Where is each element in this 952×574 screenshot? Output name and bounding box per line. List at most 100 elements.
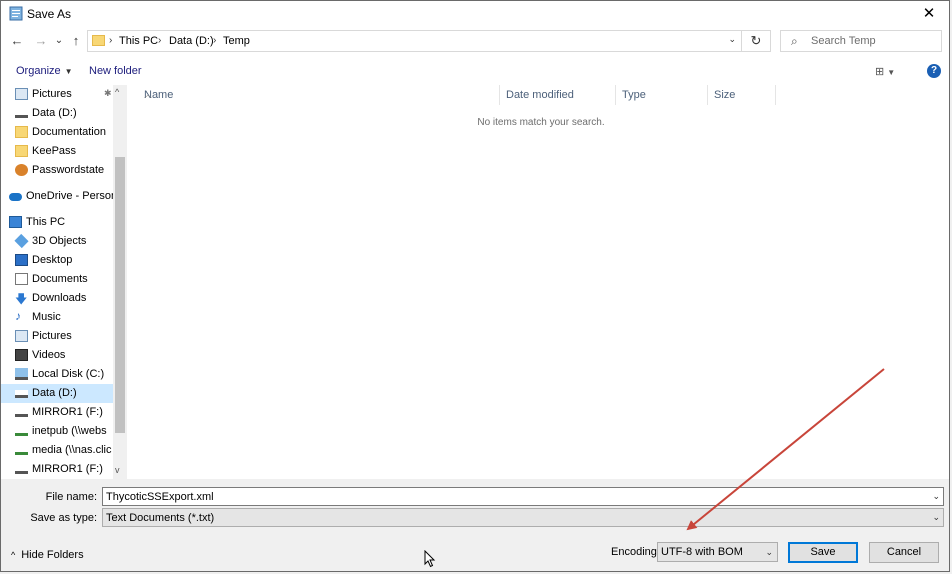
- view-options-button[interactable]: ⊞ ▼: [875, 65, 895, 78]
- search-box[interactable]: ⌕: [780, 30, 942, 52]
- file-name-field[interactable]: ThycoticSSExport.xml ⌄: [102, 487, 944, 506]
- recent-locations-button[interactable]: ⌄: [51, 33, 67, 49]
- 3d-objects-icon: [14, 233, 29, 249]
- column-header-type[interactable]: Type: [616, 85, 708, 105]
- column-header-size[interactable]: Size: [708, 85, 776, 105]
- save-as-type-value: Text Documents (*.txt): [106, 512, 215, 524]
- documents-icon: [15, 273, 28, 285]
- navigation-scrollbar[interactable]: ^ v: [113, 85, 127, 479]
- refresh-button[interactable]: ↻: [741, 31, 770, 51]
- sidebar-item[interactable]: Pictures: [1, 327, 113, 346]
- save-as-dialog: Save As ✕ ← → ⌄ ↑ › This PC › Data (D:) …: [0, 0, 950, 572]
- breadcrumb-data-d[interactable]: Data (D:): [169, 35, 214, 47]
- sidebar-item[interactable]: Local Disk (C:): [1, 365, 113, 384]
- close-icon: ✕: [922, 5, 936, 22]
- sidebar-item[interactable]: KeePass: [1, 142, 113, 161]
- drive-icon: [15, 409, 28, 417]
- search-input[interactable]: [811, 33, 936, 49]
- sidebar-item-label: Desktop: [32, 254, 73, 266]
- computer-icon: [9, 216, 22, 228]
- sidebar-item-label: Data (D:): [32, 387, 77, 399]
- new-folder-button[interactable]: New folder: [89, 65, 142, 77]
- column-header-date-modified[interactable]: Date modified: [500, 85, 616, 105]
- breadcrumb-chevron-icon: ›: [213, 35, 217, 46]
- desktop-icon: [15, 254, 28, 266]
- sidebar-item-label: Documentation: [32, 126, 106, 138]
- sidebar-item-label: media (\\nas.clic: [32, 444, 112, 456]
- pictures-icon: [15, 330, 28, 342]
- chevron-down-icon: ▼: [887, 68, 896, 77]
- sidebar-item[interactable]: Desktop: [1, 251, 113, 270]
- hide-folders-button[interactable]: ^ Hide Folders: [11, 549, 84, 561]
- cancel-button[interactable]: Cancel: [869, 542, 939, 563]
- sidebar-item[interactable]: 3D Objects: [1, 232, 113, 251]
- scrollbar-thumb[interactable]: [115, 157, 125, 433]
- breadcrumb-chevron-icon: ›: [109, 35, 113, 46]
- videos-icon: [15, 349, 28, 361]
- address-dropdown-icon[interactable]: ⌄: [728, 34, 736, 45]
- encoding-value: UTF-8 with BOM: [661, 546, 743, 558]
- sidebar-item[interactable]: ♪ Music: [1, 308, 113, 327]
- encoding-select[interactable]: UTF-8 with BOM ⌄: [657, 542, 778, 562]
- scroll-down-icon[interactable]: v: [115, 465, 120, 475]
- chevron-down-icon[interactable]: ⌄: [932, 491, 940, 502]
- file-list[interactable]: Name ︿ Date modified Type Size No items m…: [127, 85, 949, 479]
- sidebar-item[interactable]: Data (D:): [1, 104, 113, 123]
- sidebar-item[interactable]: MIRROR1 (F:): [1, 460, 113, 479]
- sidebar-item[interactable]: Documents: [1, 270, 113, 289]
- notepad-icon: [9, 6, 23, 21]
- breadcrumb-temp[interactable]: Temp: [223, 35, 250, 47]
- help-button[interactable]: ?: [927, 64, 941, 78]
- sidebar-item[interactable]: Pictures ✱: [1, 85, 113, 104]
- sidebar-item[interactable]: MIRROR1 (F:): [1, 403, 113, 422]
- organize-menu[interactable]: Organize ▼: [16, 65, 73, 77]
- network-drive-icon: [15, 428, 28, 436]
- sidebar-item[interactable]: 🡇 Downloads: [1, 289, 113, 308]
- save-as-type-select[interactable]: Text Documents (*.txt) ⌄: [102, 508, 944, 527]
- sidebar-item[interactable]: Data (D:): [1, 384, 113, 403]
- file-name-label: File name:: [45, 491, 97, 503]
- address-bar[interactable]: › This PC › Data (D:) › Temp ⌄ ↻: [87, 30, 771, 52]
- title-bar: Save As ✕: [1, 1, 949, 27]
- sidebar-item-label: Local Disk (C:): [32, 368, 105, 380]
- sidebar-item[interactable]: Documentation: [1, 123, 113, 142]
- sidebar-item[interactable]: Passwordstate: [1, 161, 113, 180]
- mouse-cursor-icon: [424, 550, 436, 568]
- sort-ascending-icon: ︿: [144, 90, 152, 99]
- sidebar-item-label: Videos: [32, 349, 66, 361]
- sidebar-item[interactable]: OneDrive - Person: [1, 187, 113, 206]
- chevron-down-icon: ⌄: [932, 512, 940, 522]
- download-icon: 🡇: [15, 292, 28, 306]
- back-button[interactable]: ←: [9, 33, 25, 49]
- sidebar-item[interactable]: This PC: [1, 213, 113, 232]
- close-button[interactable]: ✕: [909, 1, 949, 27]
- save-as-type-label: Save as type:: [30, 512, 97, 524]
- chevron-down-icon: ▼: [64, 67, 73, 76]
- column-header-name[interactable]: Name ︿: [138, 85, 500, 105]
- sidebar-item-label: Downloads: [32, 292, 87, 304]
- sidebar-item-label: Music: [32, 311, 61, 323]
- sidebar-item[interactable]: media (\\nas.clic: [1, 441, 113, 460]
- address-row: ← → ⌄ ↑ › This PC › Data (D:) › Temp ⌄ ↻…: [1, 29, 949, 55]
- breadcrumb-this-pc[interactable]: This PC: [119, 35, 158, 47]
- command-bar: Organize ▼ New folder ⊞ ▼ ?: [1, 59, 949, 83]
- navigation-pane[interactable]: Pictures ✱ Data (D:) Documentation KeePass Pa…: [1, 85, 127, 479]
- forward-button[interactable]: →: [33, 33, 49, 49]
- sidebar-item[interactable]: inetpub (\\webs: [1, 422, 113, 441]
- folder-icon: [15, 126, 28, 138]
- folder-icon: [15, 145, 28, 157]
- sidebar-item-label: MIRROR1 (F:): [32, 463, 103, 475]
- sidebar-item-label: KeePass: [32, 145, 77, 157]
- scroll-up-icon[interactable]: ^: [115, 87, 119, 97]
- sidebar-item-label: Data (D:): [32, 107, 77, 119]
- up-button[interactable]: ↑: [68, 33, 84, 49]
- folder-icon: [92, 35, 105, 46]
- drive-icon: [15, 110, 28, 118]
- network-drive-icon: [15, 447, 28, 455]
- pin-icon: ✱: [104, 88, 112, 98]
- cloud-icon: [9, 193, 22, 201]
- search-icon: ⌕: [791, 34, 798, 48]
- pictures-icon: [15, 88, 28, 100]
- save-button[interactable]: Save: [788, 542, 858, 563]
- sidebar-item[interactable]: Videos: [1, 346, 113, 365]
